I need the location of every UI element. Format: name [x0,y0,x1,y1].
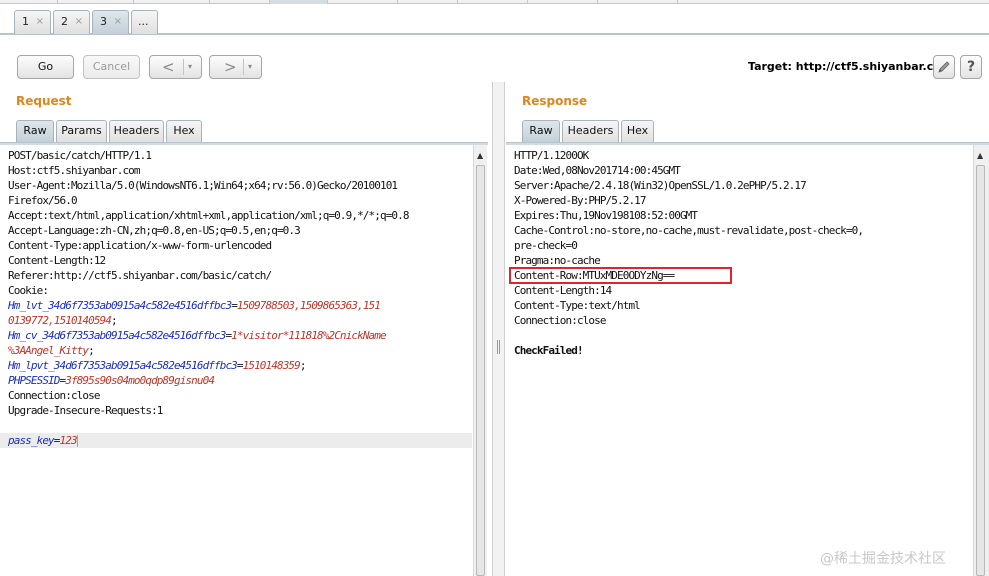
back-button[interactable]: < ▾ [149,55,202,79]
request-title: Request [16,94,72,108]
request-line: Content-Length:12 [8,254,106,267]
tab-request-hex[interactable]: Hex [166,120,202,142]
cookie-value: 3f895s90s04mo0qdp89gisnu04 [65,374,215,387]
tab-label: ... [138,15,149,28]
response-line: X-Powered-By:PHP/5.2.17 [514,194,647,207]
close-icon[interactable]: × [36,11,44,33]
response-line: pre-check=0 [514,239,578,252]
repeater-tabs: 1 × 2 × 3 × ... [0,4,989,35]
tab-request-headers[interactable]: Headers [109,120,164,142]
response-body: CheckFailed! [514,344,584,357]
response-scrollbar[interactable]: ▲ [973,145,989,576]
pencil-icon [938,61,950,73]
cookie-key: PHPSESSID [8,374,60,387]
tab-response-hex[interactable]: Hex [621,120,654,142]
scroll-up-icon[interactable]: ▲ [477,151,483,160]
cookie-line: Hm_lpvt_34d6f7353ab0915a4c582e4516dffbc3… [8,358,306,373]
go-button[interactable]: Go [17,55,74,79]
close-icon[interactable]: × [75,11,83,33]
request-line: Accept-Language:zh-CN,zh;q=0.8,en-US;q=0… [8,224,301,237]
request-line: Content-Type:application/x-www-form-urle… [8,239,272,252]
text-caret [76,435,78,447]
help-button[interactable]: ? [960,55,982,79]
request-line: Cookie: [8,284,49,297]
cancel-button[interactable]: Cancel [83,55,140,79]
cookie-separator: ; [299,359,307,372]
button-separator [243,59,244,75]
body-param-value: 123 [59,434,78,447]
cookie-line: Hm_lvt_34d6f7353ab0915a4c582e4516dffbc3=… [8,298,381,313]
tab-1[interactable]: 1 × [14,10,51,34]
cookie-separator: ; [88,344,95,357]
tab-response-raw[interactable]: Raw [522,120,560,142]
response-line: Pragma:no-cache [514,254,601,267]
button-separator [183,59,184,75]
request-line: POST/basic/catch/HTTP/1.1 [8,149,152,162]
highlight-box [509,267,732,284]
pane-divider[interactable] [492,82,505,576]
tab-response-headers[interactable]: Headers [562,120,619,142]
response-line: Content-Length:14 [514,284,612,297]
scroll-thumb[interactable] [976,165,985,576]
edit-target-button[interactable] [933,55,955,79]
response-line: Expires:Thu,19Nov198108:52:00GMT [514,209,698,222]
response-line: Connection:close [514,314,606,327]
tab-label: 1 [22,15,29,28]
cookie-key: Hm_cv_34d6f7353ab0915a4c582e4516dffbc3 [8,329,226,342]
help-icon: ? [966,59,976,75]
forward-button[interactable]: > ▾ [209,55,262,79]
cookie-value: 0139772,1510140594 [8,314,112,327]
response-line: Date:Wed,08Nov201714:00:45GMT [514,164,681,177]
cookie-line-cont: 0139772,1510140594; [8,313,118,328]
cookie-key: Hm_lpvt_34d6f7353ab0915a4c582e4516dffbc3 [8,359,238,372]
request-line: Firefox/56.0 [8,194,78,207]
close-icon[interactable]: × [114,11,122,33]
cookie-value: 1509788503,1509865363,151 [236,299,381,312]
chevron-left-icon: < [162,58,175,76]
target-label: Target: http://ctf5.shiyanbar.com [748,60,953,73]
request-editor[interactable]: POST/basic/catch/HTTP/1.1 Host:ctf5.shiy… [0,145,472,576]
cookie-line: PHPSESSID=3f895s90s04mo0qdp89gisnu04 [8,373,215,388]
chevron-down-icon[interactable]: ▾ [188,56,192,78]
cookie-value: 1510148359 [242,359,301,372]
response-editor[interactable]: HTTP/1.1200OK Date:Wed,08Nov201714:00:45… [506,145,973,576]
cookie-key: Hm_lvt_34d6f7353ab0915a4c582e4516dffbc3 [8,299,232,312]
scroll-up-icon[interactable]: ▲ [977,151,983,160]
tab-2[interactable]: 2 × [53,10,90,34]
request-line: Upgrade-Insecure-Requests:1 [8,404,163,417]
response-line: Server:Apache/2.4.18(Win32)OpenSSL/1.0.2… [514,179,807,192]
drag-handle-icon[interactable] [497,340,500,354]
request-line: Connection:close [8,389,100,402]
tab-label: 3 [100,15,107,28]
tab-request-params[interactable]: Params [56,120,107,142]
response-line: HTTP/1.1200OK [514,149,589,162]
request-line: User-Agent:Mozilla/5.0(WindowsNT6.1;Win6… [8,179,398,192]
tab-more[interactable]: ... [131,10,158,34]
tab-request-raw[interactable]: Raw [16,120,54,142]
chevron-right-icon: > [224,58,237,76]
request-line: Accept:text/html,application/xhtml+xml,a… [8,209,409,222]
chevron-down-icon[interactable]: ▾ [248,56,252,78]
request-line: Host:ctf5.shiyanbar.com [8,164,141,177]
request-line: Referer:http://ctf5.shiyanbar.com/basic/… [8,269,272,282]
response-line: Cache-Control:no-store,no-cache,must-rev… [514,224,864,237]
tab-3[interactable]: 3 × [92,10,129,34]
tab-label: 2 [61,15,68,28]
response-line: Content-Type:text/html [514,299,641,312]
scroll-thumb[interactable] [476,165,485,576]
cookie-line-cont: %3AAngel_Kitty; [8,343,95,358]
response-title: Response [522,94,588,108]
cookie-value: 1*visitor*111818%2CnickName [231,329,386,342]
cookie-line: Hm_cv_34d6f7353ab0915a4c582e4516dffbc3=1… [8,328,387,343]
cookie-value: %3AAngel_Kitty [8,344,89,357]
request-body-line[interactable]: pass_key=123 [0,433,472,448]
watermark: @稀土掘金技术社区 [820,551,946,567]
request-scrollbar[interactable]: ▲ [473,145,487,576]
cookie-separator: ; [111,314,118,327]
body-param-key: pass_key [8,434,55,447]
